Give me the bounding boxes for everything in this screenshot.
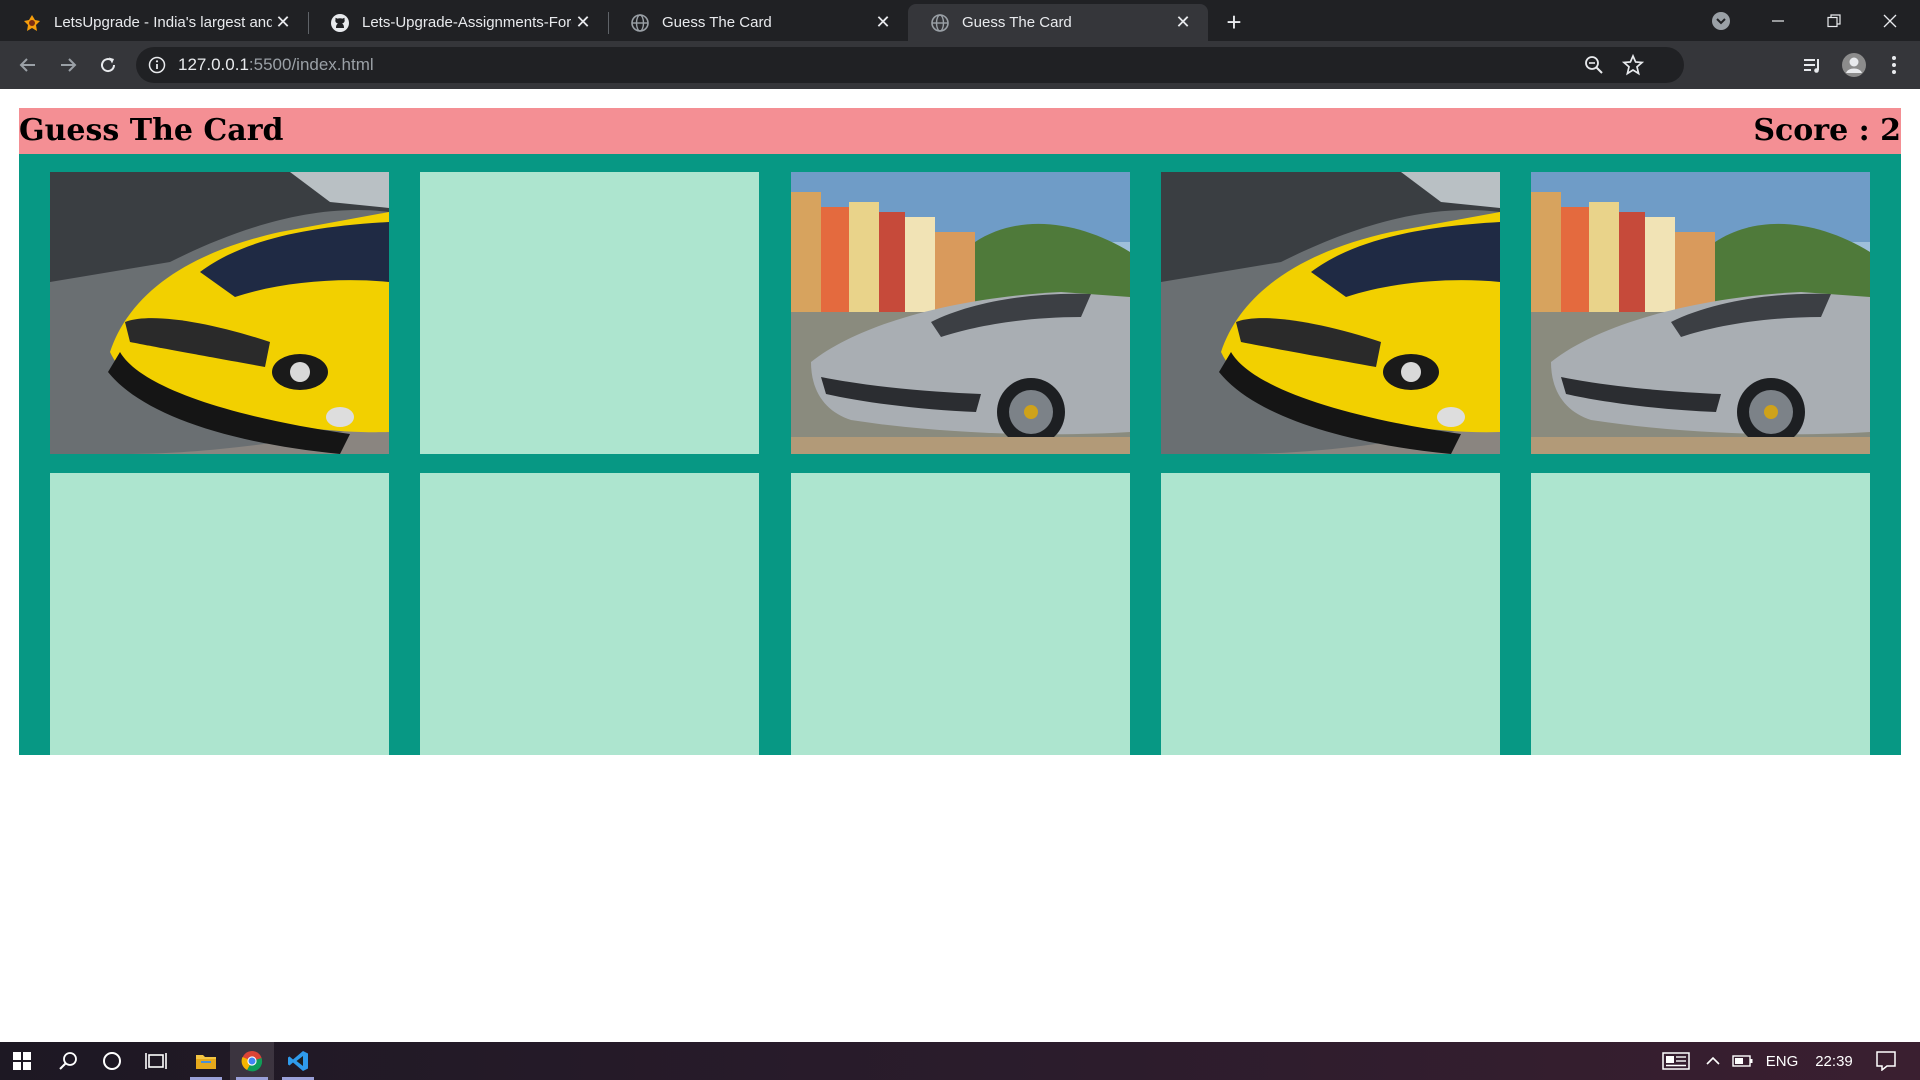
forward-button[interactable] xyxy=(52,49,84,81)
clock[interactable]: 22:39 xyxy=(1806,1042,1862,1080)
close-tab-icon[interactable]: ✕ xyxy=(572,12,594,34)
minimize-icon xyxy=(1772,19,1784,22)
vscode-taskbar-button[interactable] xyxy=(276,1042,320,1080)
news-widget-button[interactable] xyxy=(1658,1042,1694,1080)
back-arrow-icon xyxy=(19,58,35,72)
windows-logo-icon xyxy=(13,1052,31,1070)
reload-icon xyxy=(101,57,116,73)
address-bar[interactable]: 127.0.0.1:5500/index.html xyxy=(136,47,1684,83)
back-button[interactable] xyxy=(12,49,44,81)
language-indicator[interactable]: ENG xyxy=(1762,1042,1802,1080)
browser-tab-strip: LetsUpgrade - India's largest and ✕ Lets… xyxy=(0,0,1920,41)
cortana-button[interactable] xyxy=(90,1042,134,1080)
restore-button[interactable] xyxy=(1806,0,1862,41)
card-revealed-yellow-car[interactable] xyxy=(50,172,389,454)
tab-title: Guess The Card xyxy=(662,14,772,31)
url-path: :5500/index.html xyxy=(248,55,374,74)
card-hidden[interactable] xyxy=(420,473,759,755)
globe-icon xyxy=(930,13,950,33)
more-vertical-icon xyxy=(1892,56,1896,74)
url-host: 127.0.0.1 xyxy=(178,55,249,74)
start-button[interactable] xyxy=(0,1042,44,1080)
profile-button[interactable] xyxy=(1838,49,1870,81)
game-header: Guess The Card Score : 2 xyxy=(19,108,1901,154)
show-hidden-icons-button[interactable] xyxy=(1700,1042,1726,1080)
close-tab-icon[interactable]: ✕ xyxy=(1172,12,1194,34)
github-icon xyxy=(330,13,350,33)
globe-icon xyxy=(630,13,650,33)
windows-taskbar: ENG 22:39 xyxy=(0,1042,1920,1080)
browser-menu-button[interactable] xyxy=(1878,49,1910,81)
vscode-icon xyxy=(288,1051,308,1071)
chevron-down-icon xyxy=(1712,11,1730,30)
card-grid xyxy=(19,154,1901,755)
card-revealed-silver-car[interactable] xyxy=(1531,172,1870,454)
new-tab-button[interactable]: + xyxy=(1220,7,1248,37)
reload-button[interactable] xyxy=(92,49,124,81)
media-queue-icon xyxy=(1804,59,1819,73)
notification-icon xyxy=(1876,1051,1896,1071)
reading-list-button[interactable] xyxy=(1796,49,1828,81)
close-tab-icon[interactable]: ✕ xyxy=(272,12,294,34)
task-view-button[interactable] xyxy=(134,1042,178,1080)
card-hidden[interactable] xyxy=(1531,473,1870,755)
tab-title: LetsUpgrade - India's largest and xyxy=(54,14,272,31)
yellow-sports-car-image xyxy=(50,172,389,454)
action-center-button[interactable] xyxy=(1866,1042,1906,1080)
folder-icon xyxy=(196,1055,216,1069)
browser-toolbar: 127.0.0.1:5500/index.html xyxy=(0,41,1920,89)
chrome-icon xyxy=(241,1051,263,1072)
card-hidden[interactable] xyxy=(50,473,389,755)
cortana-circle-icon xyxy=(103,1052,121,1070)
card-hidden[interactable] xyxy=(1161,473,1500,755)
search-button[interactable] xyxy=(46,1042,90,1080)
card-revealed-silver-car[interactable] xyxy=(791,172,1130,454)
minimize-button[interactable] xyxy=(1750,0,1806,41)
browser-tab-letsupgrade[interactable]: LetsUpgrade - India's largest and ✕ xyxy=(0,4,308,41)
news-icon xyxy=(1662,1052,1690,1070)
battery-icon xyxy=(1732,1055,1753,1067)
browser-tab-guess-the-card[interactable]: Guess The Card ✕ xyxy=(608,4,908,41)
task-view-icon xyxy=(145,1053,167,1069)
yellow-sports-car-image xyxy=(1161,172,1500,454)
silver-convertible-image xyxy=(1531,172,1870,454)
restore-icon xyxy=(1827,13,1841,27)
letsupgrade-icon xyxy=(22,13,42,33)
browser-tab-github[interactable]: Lets-Upgrade-Assignments-For-J ✕ xyxy=(308,4,608,41)
silver-convertible-image xyxy=(791,172,1130,454)
close-tab-icon[interactable]: ✕ xyxy=(872,12,894,34)
page-title: Guess The Card xyxy=(19,113,284,148)
tab-search-button[interactable] xyxy=(1693,0,1749,41)
close-window-button[interactable] xyxy=(1862,0,1918,41)
battery-button[interactable] xyxy=(1728,1042,1758,1080)
card-hidden[interactable] xyxy=(791,473,1130,755)
forward-arrow-icon xyxy=(61,58,77,72)
card-revealed-yellow-car[interactable] xyxy=(1161,172,1500,454)
chrome-taskbar-button[interactable] xyxy=(230,1042,274,1080)
card-hidden[interactable] xyxy=(420,172,759,454)
tab-title: Guess The Card xyxy=(962,14,1072,31)
score-display: Score : 2 xyxy=(1753,113,1901,148)
avatar-icon xyxy=(1842,53,1866,77)
browser-tab-guess-the-card-active[interactable]: Guess The Card ✕ xyxy=(908,4,1208,41)
bookmark-star-icon[interactable] xyxy=(1621,53,1645,81)
url-text: 127.0.0.1:5500/index.html xyxy=(178,47,374,83)
tab-title: Lets-Upgrade-Assignments-For-J xyxy=(362,14,572,31)
close-icon xyxy=(1883,14,1897,27)
file-explorer-button[interactable] xyxy=(184,1042,228,1080)
zoom-icon[interactable] xyxy=(1584,55,1604,80)
site-info-icon[interactable] xyxy=(148,56,166,79)
chevron-up-icon xyxy=(1706,1056,1720,1065)
search-icon xyxy=(59,1052,77,1070)
